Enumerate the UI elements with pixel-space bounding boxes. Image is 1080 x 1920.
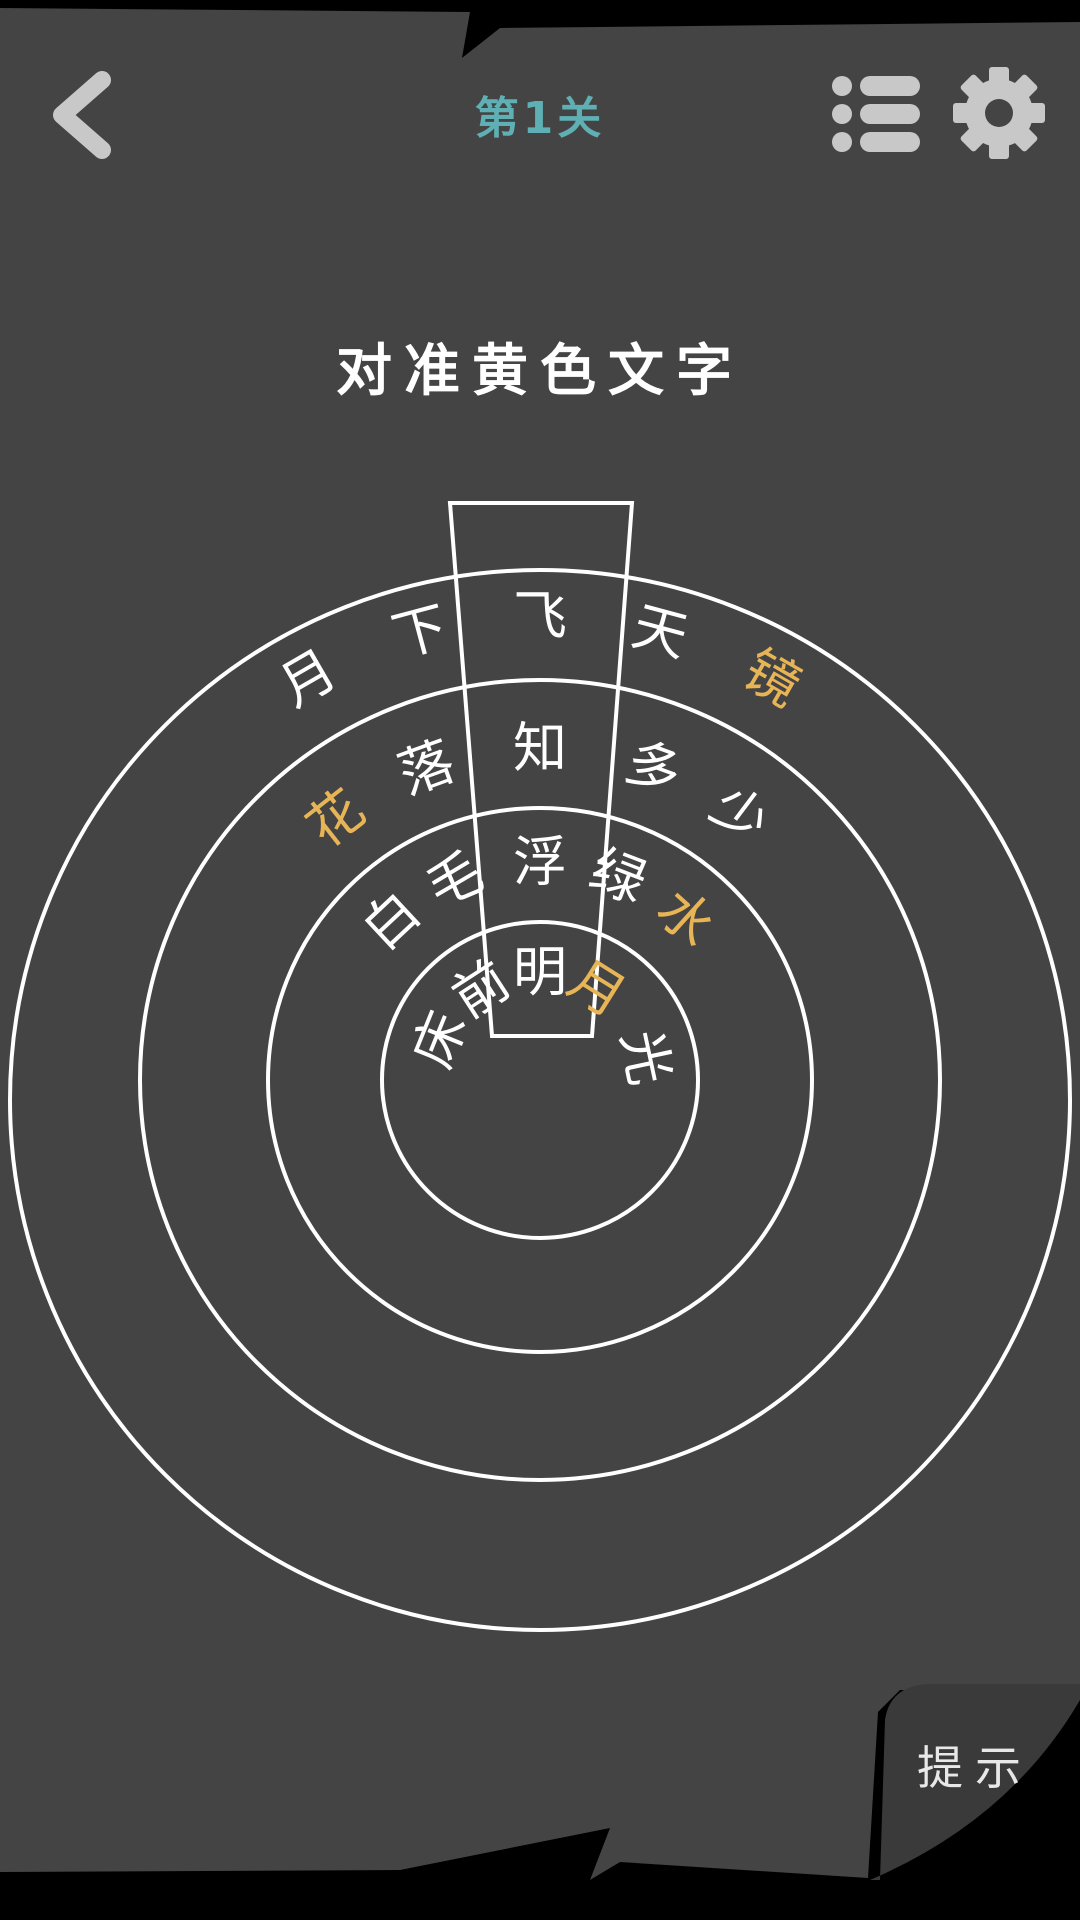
- ring-char: 月: [269, 637, 347, 719]
- ring-char: 飞: [513, 585, 567, 648]
- ring-char: 白: [350, 879, 432, 962]
- ring-char: 少: [699, 773, 780, 856]
- ring-char: 知: [513, 717, 567, 780]
- ring-char-highlight: 花: [295, 777, 376, 860]
- back-button[interactable]: [44, 70, 124, 160]
- ring-char-highlight: 镜: [733, 637, 811, 719]
- ring-char: 明: [513, 941, 567, 1004]
- ring-char: 天: [626, 594, 694, 669]
- chevron-left-icon: [53, 71, 111, 159]
- gear-icon: [953, 67, 1045, 159]
- hint-button[interactable]: [880, 1680, 1080, 1880]
- level-list-button[interactable]: [832, 74, 922, 154]
- ring-third[interactable]: [138, 678, 942, 1482]
- ring-char-highlight: 月: [558, 947, 637, 1029]
- level-title: 第1关: [474, 93, 606, 144]
- ring-char: 落: [390, 729, 462, 807]
- list-icon: [832, 76, 920, 152]
- ring-char: 光: [609, 1025, 682, 1091]
- ring-puzzle: 床前明月光白毛浮绿水花落知多少月下飞天镜: [8, 501, 1072, 1632]
- ring-char: 多: [617, 729, 689, 807]
- ring-char-highlight: 水: [645, 877, 727, 960]
- ring-char: 浮: [513, 831, 567, 894]
- ring-char: 下: [386, 594, 454, 669]
- instruction-text: 对准黄色文字: [336, 339, 744, 404]
- ring-char: 绿: [582, 837, 655, 915]
- settings-button[interactable]: [952, 66, 1046, 160]
